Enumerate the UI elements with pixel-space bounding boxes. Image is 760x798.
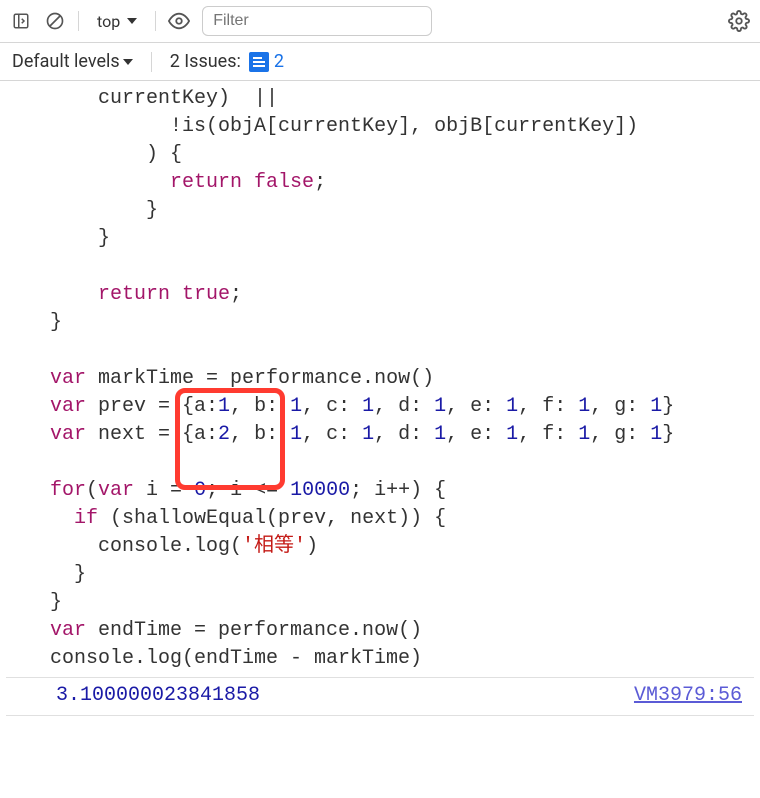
code-keyword: true bbox=[170, 283, 230, 306]
code-keyword: var bbox=[50, 395, 86, 418]
settings-icon[interactable] bbox=[728, 10, 750, 32]
issues-count: 2 bbox=[274, 51, 284, 72]
code-text: } bbox=[662, 395, 674, 418]
output-value: 3.100000023841858 bbox=[56, 684, 260, 707]
code-number: 1 bbox=[578, 395, 590, 418]
chevron-down-icon bbox=[123, 59, 133, 65]
code-text: endTime = performance.now() bbox=[86, 619, 422, 642]
code-text: ; i <= bbox=[206, 479, 290, 502]
code-text: next = {a: bbox=[86, 423, 218, 446]
code-number: 1 bbox=[362, 395, 374, 418]
code-keyword: var bbox=[50, 367, 86, 390]
console-toolbar: top bbox=[0, 0, 760, 43]
code-number: 2 bbox=[218, 423, 230, 446]
code-text: (shallowEqual(prev, next)) { bbox=[98, 507, 446, 530]
toggle-sidebar-icon[interactable] bbox=[10, 10, 32, 32]
levels-label: Default levels bbox=[12, 51, 120, 72]
filter-input[interactable] bbox=[202, 6, 432, 36]
code-line: !is(objA[currentKey], objB[currentKey]) bbox=[50, 115, 638, 138]
code-line: } bbox=[50, 563, 86, 586]
code-text: ; i++) { bbox=[350, 479, 446, 502]
code-block: currentKey) || !is(objA[currentKey], obj… bbox=[6, 85, 754, 673]
code-text: prev = {a: bbox=[86, 395, 218, 418]
context-label: top bbox=[97, 12, 120, 31]
chevron-down-icon bbox=[127, 18, 137, 24]
toolbar-divider bbox=[155, 11, 156, 31]
code-line: ) { bbox=[50, 143, 182, 166]
clear-console-icon[interactable] bbox=[44, 10, 66, 32]
code-line: console.log(endTime - markTime) bbox=[50, 647, 422, 670]
code-number: 1 bbox=[650, 395, 662, 418]
code-number: 1 bbox=[434, 395, 446, 418]
code-text: ) bbox=[306, 535, 318, 558]
code-text: console.log( bbox=[50, 535, 242, 558]
code-keyword: var bbox=[50, 619, 86, 642]
code-text: ; bbox=[314, 171, 326, 194]
code-number: 1 bbox=[578, 423, 590, 446]
code-line: currentKey) || bbox=[50, 87, 278, 110]
code-text: , d: bbox=[374, 395, 434, 418]
code-number: 1 bbox=[290, 395, 302, 418]
issues-badge: 2 bbox=[249, 51, 284, 72]
source-link[interactable]: VM3979:56 bbox=[634, 684, 742, 707]
execution-context-selector[interactable]: top bbox=[91, 10, 143, 33]
code-text: , e: bbox=[446, 423, 506, 446]
code-keyword: return bbox=[50, 283, 170, 306]
code-text: , c: bbox=[302, 395, 362, 418]
code-text: i = bbox=[134, 479, 194, 502]
code-keyword: false bbox=[242, 171, 314, 194]
code-text: , e: bbox=[446, 395, 506, 418]
code-text: , g: bbox=[590, 423, 650, 446]
code-number: 1 bbox=[506, 395, 518, 418]
code-number: 10000 bbox=[290, 479, 350, 502]
code-number: 0 bbox=[194, 479, 206, 502]
code-text: , b: bbox=[230, 423, 290, 446]
code-keyword: for bbox=[50, 479, 86, 502]
code-number: 1 bbox=[290, 423, 302, 446]
code-text: , d: bbox=[374, 423, 434, 446]
console-subtoolbar: Default levels 2 Issues: 2 bbox=[0, 43, 760, 81]
code-text: , f: bbox=[518, 395, 578, 418]
code-text: ( bbox=[86, 479, 98, 502]
log-levels-dropdown[interactable]: Default levels bbox=[12, 51, 133, 72]
code-text: , g: bbox=[590, 395, 650, 418]
toolbar-divider bbox=[151, 52, 152, 72]
code-keyword: var bbox=[98, 479, 134, 502]
live-expression-icon[interactable] bbox=[168, 10, 190, 32]
code-number: 1 bbox=[650, 423, 662, 446]
console-output-row: 3.100000023841858 VM3979:56 bbox=[6, 677, 754, 716]
code-line: } bbox=[50, 227, 110, 250]
code-line: } bbox=[50, 591, 62, 614]
code-text: , c: bbox=[302, 423, 362, 446]
code-keyword: return bbox=[50, 171, 242, 194]
code-number: 1 bbox=[434, 423, 446, 446]
code-line: } bbox=[50, 311, 62, 334]
code-number: 1 bbox=[362, 423, 374, 446]
console-content: currentKey) || !is(objA[currentKey], obj… bbox=[0, 81, 760, 716]
code-string: '相等' bbox=[242, 535, 306, 558]
toolbar-divider bbox=[78, 11, 79, 31]
code-text: } bbox=[662, 423, 674, 446]
code-text: , b: bbox=[230, 395, 290, 418]
issue-icon bbox=[249, 52, 269, 72]
code-number: 1 bbox=[506, 423, 518, 446]
code-keyword: var bbox=[50, 423, 86, 446]
code-keyword: if bbox=[50, 507, 98, 530]
issues-label: 2 Issues: bbox=[170, 51, 241, 72]
code-text: ; bbox=[230, 283, 242, 306]
issues-status[interactable]: 2 Issues: 2 bbox=[170, 51, 284, 72]
code-line: } bbox=[50, 199, 158, 222]
code-text: markTime = performance.now() bbox=[86, 367, 434, 390]
code-text: , f: bbox=[518, 423, 578, 446]
code-number: 1 bbox=[218, 395, 230, 418]
